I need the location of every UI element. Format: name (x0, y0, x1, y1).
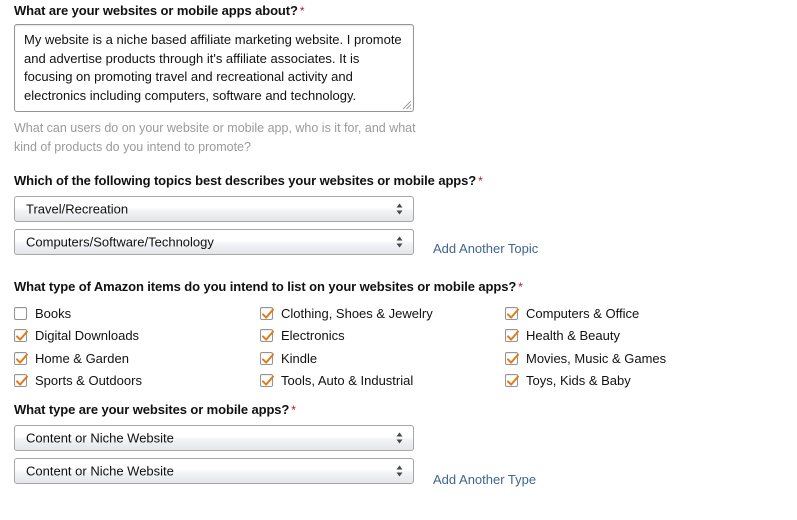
item-type-label: Tools, Auto & Industrial (281, 373, 414, 389)
select-spinner-icon (395, 203, 404, 216)
item-type-checkbox-row[interactable]: Kindle (260, 347, 433, 370)
site-type-select-2-value: Content or Niche Website (26, 463, 174, 479)
checkmark-icon (262, 308, 274, 319)
about-question-label: What are your websites or mobile apps ab… (14, 3, 414, 19)
item-type-label: Electronics (281, 328, 345, 344)
topic-select-2-value: Computers/Software/Technology (26, 234, 214, 250)
item-type-checkbox-row[interactable]: Tools, Auto & Industrial (260, 370, 433, 393)
item-types-section: What type of Amazon items do you intend … (14, 279, 784, 388)
item-types-question-label: What type of Amazon items do you intend … (14, 279, 784, 295)
checkmark-icon (262, 353, 274, 364)
item-type-label: Digital Downloads (35, 328, 140, 344)
add-another-topic-link[interactable]: Add Another Topic (433, 241, 538, 256)
item-type-label: Movies, Music & Games (526, 350, 667, 366)
item-type-checkbox-row[interactable]: Computers & Office (505, 302, 666, 325)
about-help-text: What can users do on your website or mob… (14, 121, 416, 154)
checkmark-icon (16, 353, 28, 364)
checkbox-checked[interactable] (505, 329, 519, 343)
select-spinner-icon (395, 236, 404, 249)
checkbox-checked[interactable] (14, 374, 28, 388)
site-type-section: What type are your websites or mobile ap… (14, 402, 414, 484)
about-textarea[interactable] (15, 25, 413, 111)
checkbox-checked[interactable] (14, 351, 28, 365)
item-type-label: Toys, Kids & Baby (526, 373, 631, 389)
item-type-label: Clothing, Shoes & Jewelry (281, 305, 433, 321)
required-asterisk: * (291, 403, 296, 417)
item-type-checkbox-row[interactable]: Electronics (260, 325, 433, 348)
checkbox-column-2: Clothing, Shoes & Jewelry Electronics Kind… (260, 302, 433, 392)
topic-select-2[interactable]: Computers/Software/Technology (14, 229, 414, 255)
about-section: What are your websites or mobile apps ab… (14, 3, 414, 112)
checkmark-icon (507, 330, 519, 341)
checkmark-icon (16, 375, 28, 386)
item-type-checkbox-row[interactable]: Toys, Kids & Baby (505, 370, 666, 393)
required-asterisk: * (518, 280, 523, 294)
topics-section: Which of the following topics best descr… (14, 173, 483, 255)
item-type-label: Books (35, 305, 72, 321)
checkbox-checked[interactable] (505, 351, 519, 365)
item-types-question-text: What type of Amazon items do you intend … (14, 279, 517, 294)
site-type-select-2[interactable]: Content or Niche Website (14, 458, 414, 484)
checkbox-checked[interactable] (260, 351, 274, 365)
select-spinner-icon (395, 465, 404, 478)
checkbox-column-1: Books Digital Downloads Home & Garden Sport… (14, 302, 142, 392)
topic-select-1[interactable]: Travel/Recreation (14, 196, 414, 222)
required-asterisk: * (478, 174, 483, 188)
checkbox-checked[interactable] (260, 329, 274, 343)
checkbox-checked[interactable] (14, 329, 28, 343)
item-type-label: Sports & Outdoors (35, 373, 142, 389)
about-textarea-wrapper[interactable] (14, 24, 414, 112)
item-type-label: Home & Garden (35, 350, 129, 366)
item-type-checkbox-row[interactable]: Sports & Outdoors (14, 370, 142, 393)
checkbox-checked[interactable] (260, 306, 274, 320)
item-type-checkbox-row[interactable]: Digital Downloads (14, 325, 142, 348)
topics-question-label: Which of the following topics best descr… (14, 173, 483, 189)
item-type-checkbox-row[interactable]: Books (14, 302, 142, 325)
item-type-label: Kindle (281, 350, 318, 366)
site-type-select-1-value: Content or Niche Website (26, 430, 174, 446)
checkmark-icon (507, 308, 519, 319)
site-type-question-text: What type are your websites or mobile ap… (14, 402, 290, 417)
about-question-text: What are your websites or mobile apps ab… (14, 3, 298, 18)
checkmark-icon (507, 375, 519, 386)
item-type-checkbox-row[interactable]: Movies, Music & Games (505, 347, 666, 370)
site-type-question-label: What type are your websites or mobile ap… (14, 402, 414, 418)
checkmark-icon (262, 375, 274, 386)
add-another-type-link[interactable]: Add Another Type (433, 472, 536, 487)
checkbox-checked[interactable] (505, 374, 519, 388)
item-type-label: Computers & Office (526, 305, 640, 321)
checkbox-checked[interactable] (260, 374, 274, 388)
item-type-checkbox-row[interactable]: Health & Beauty (505, 325, 666, 348)
checkmark-icon (507, 353, 519, 364)
affiliate-profile-form: What are your websites or mobile apps ab… (0, 0, 797, 520)
checkmark-icon (16, 330, 28, 341)
checkmark-icon (262, 330, 274, 341)
item-type-checkbox-row[interactable]: Home & Garden (14, 347, 142, 370)
checkbox-column-3: Computers & Office Health & Beauty Movies,… (505, 302, 666, 392)
item-type-checkbox-row[interactable]: Clothing, Shoes & Jewelry (260, 302, 433, 325)
select-spinner-icon (395, 432, 404, 445)
topic-select-1-value: Travel/Recreation (26, 201, 129, 217)
checkbox-unchecked[interactable] (14, 306, 27, 320)
checkbox-checked[interactable] (505, 306, 519, 320)
topics-question-text: Which of the following topics best descr… (14, 173, 477, 188)
item-type-label: Health & Beauty (526, 328, 620, 344)
site-type-select-1[interactable]: Content or Niche Website (14, 425, 414, 451)
required-asterisk: * (299, 4, 305, 18)
